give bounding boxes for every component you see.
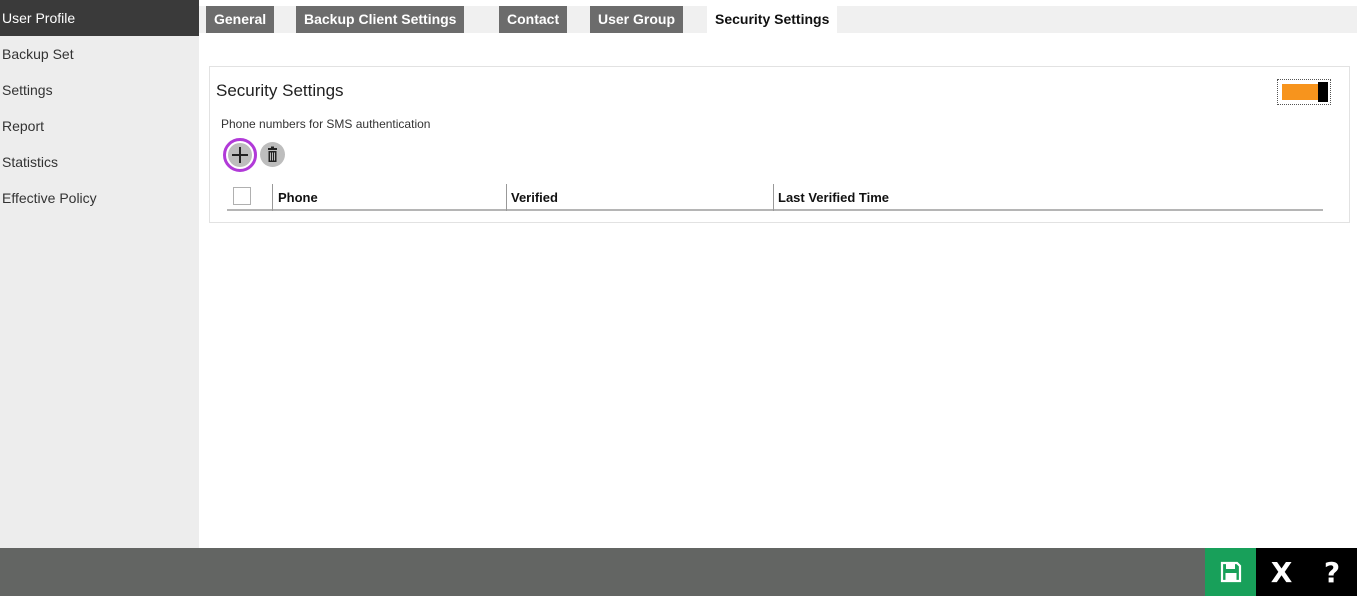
tab-security-settings[interactable]: Security Settings: [707, 6, 838, 33]
tab-general[interactable]: General: [206, 6, 275, 33]
phone-table-header: Phone Verified Last Verified Time: [227, 182, 1323, 211]
question-icon: ?: [1323, 555, 1341, 589]
delete-phone-button[interactable]: [260, 142, 285, 167]
column-header-phone[interactable]: Phone: [278, 190, 318, 205]
tab-bar: General Backup Client Settings Contact U…: [199, 0, 1357, 36]
sidebar-item-user-profile[interactable]: User Profile: [0, 0, 199, 36]
column-divider: [773, 184, 774, 211]
close-icon: X: [1270, 555, 1293, 589]
sidebar-item-report[interactable]: Report: [0, 108, 199, 144]
toggle-knob: [1318, 82, 1328, 102]
column-divider: [272, 184, 273, 211]
close-button[interactable]: X: [1256, 548, 1307, 596]
tab-backup-client-settings[interactable]: Backup Client Settings: [296, 6, 465, 33]
column-header-verified[interactable]: Verified: [511, 190, 558, 205]
panel-title: Security Settings: [216, 81, 344, 100]
column-divider: [506, 184, 507, 211]
select-all-checkbox[interactable]: [233, 187, 251, 205]
tab-user-group[interactable]: User Group: [590, 6, 684, 33]
trash-icon: [268, 146, 277, 162]
bottom-action-bar: X ?: [0, 548, 1357, 596]
tab-contact[interactable]: Contact: [499, 6, 568, 33]
help-button[interactable]: ?: [1307, 548, 1357, 596]
sidebar-item-settings[interactable]: Settings: [0, 72, 199, 108]
plus-icon: [228, 143, 252, 167]
sidebar-item-statistics[interactable]: Statistics: [0, 144, 199, 180]
column-header-last-verified-time[interactable]: Last Verified Time: [778, 190, 889, 205]
security-settings-panel: Security Settings Phone numbers for SMS …: [209, 66, 1350, 223]
sms-phone-label: Phone numbers for SMS authentication: [221, 117, 431, 131]
sidebar: User Profile Backup Set Settings Report …: [0, 0, 199, 548]
floppy-disk-icon: [1220, 561, 1241, 583]
add-phone-button[interactable]: [223, 138, 257, 172]
toggle-track: [1282, 84, 1318, 100]
save-button[interactable]: [1205, 548, 1256, 596]
sidebar-item-effective-policy[interactable]: Effective Policy: [0, 180, 199, 216]
sidebar-item-backup-set[interactable]: Backup Set: [0, 36, 199, 72]
security-toggle-switch[interactable]: [1277, 79, 1331, 105]
